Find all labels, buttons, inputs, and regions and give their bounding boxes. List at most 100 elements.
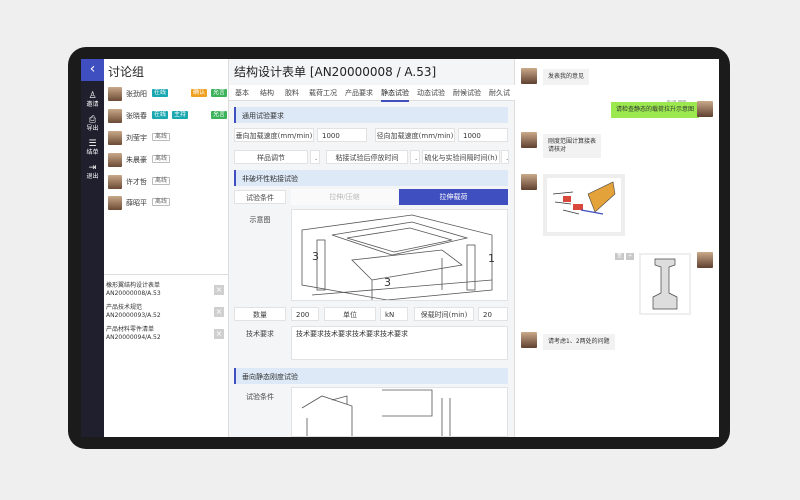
chevron-left-icon: ‹	[89, 61, 96, 77]
status-badge: 离线	[152, 177, 171, 185]
rail-export[interactable]: ⎙ 导出	[81, 115, 104, 133]
doc-title: 橡形翼结构设计表单	[106, 282, 161, 289]
field-label: 保载时间(min)	[414, 307, 474, 321]
callout-label: 3	[384, 276, 391, 289]
field-label: 试验条件	[234, 190, 286, 204]
avatar	[697, 101, 713, 117]
form-tabs: 基本 结构 胶料 载荷工况 产品要求 静态试验 动态试验 耐候试验 耐久试	[229, 85, 515, 102]
speak-badge: 允言	[211, 111, 228, 119]
option-tension-compression[interactable]: 拉伸/压缩	[291, 189, 398, 205]
field-label: 垂向加载速度(mm/min)	[234, 128, 314, 142]
role-badge: 主持	[172, 111, 189, 119]
field-label: 径向加载速度(mm/min)	[375, 128, 455, 142]
chat-message: 发表我的意见	[543, 69, 590, 85]
option-tension-load[interactable]: 拉伸载荷	[399, 189, 508, 205]
group-title: 讨论组	[108, 65, 145, 79]
tab-static-test[interactable]: 静态试验	[381, 88, 409, 102]
close-icon[interactable]: ×	[214, 329, 224, 339]
chat-message: 请考虑1、2两处的问题	[543, 334, 615, 350]
section-title: 通用试验要求	[242, 112, 284, 120]
status-badge: 离线	[152, 198, 171, 206]
avatar	[108, 196, 122, 210]
view-button[interactable]: 查	[615, 253, 625, 260]
exploded-view-drawing	[547, 178, 621, 232]
app-rail: ‹ ♙ 邀请 ⎙ 导出 ☰ 结单 ⇥ 退出	[81, 59, 104, 437]
tab-weather-test[interactable]: 耐候试验	[453, 88, 481, 98]
section-header: 垂向静态刚度试验	[234, 368, 508, 384]
rad-speed-input[interactable]: 1000	[458, 128, 508, 142]
member-name: 张晓春	[126, 112, 147, 120]
tab-load-case[interactable]: 载荷工况	[309, 88, 337, 98]
avatar	[521, 68, 537, 84]
diagram-image[interactable]: 3 1 3	[291, 209, 508, 301]
chat-panel: 发表我的意见 查 + 请检查静态的载荷拉升示意图 刚度范围计算接表 请核对 查 …	[515, 59, 719, 437]
member-item[interactable]: 薛昭平 离线	[108, 196, 228, 212]
speak-badge: 允言	[211, 89, 228, 97]
rail-label: 退出	[86, 173, 99, 180]
add-button[interactable]: +	[626, 253, 635, 260]
avatar	[108, 87, 122, 101]
member-item[interactable]: 刘莹宇 离线	[108, 131, 228, 147]
tab-dynamic-test[interactable]: 动态试验	[417, 88, 445, 98]
tech-requirements-textarea[interactable]: 技术要求技术要求技术要求技术要求	[291, 326, 508, 360]
callout-label: 1	[488, 252, 495, 265]
status-badge: 在线	[152, 111, 169, 119]
doc-item[interactable]: 产品材料零件清单 AN20000094/A.52 ×	[106, 326, 228, 354]
doc-title: 产品材料零件清单	[106, 326, 155, 333]
member-name: 朱晨豪	[126, 156, 147, 164]
close-icon[interactable]: ×	[214, 285, 224, 295]
close-icon[interactable]: ×	[214, 307, 224, 317]
callout-label: 3	[312, 250, 319, 263]
member-item[interactable]: 许才哲 离线	[108, 175, 228, 191]
test-rig-drawing	[301, 214, 493, 300]
member-name: 许才哲	[126, 178, 147, 186]
tab-durability-test[interactable]: 耐久试	[489, 88, 510, 98]
member-name: 刘莹宇	[126, 134, 147, 142]
rail-logout[interactable]: ⇥ 退出	[81, 163, 104, 181]
unit-input[interactable]: kN	[380, 307, 408, 321]
member-item[interactable]: 张晓春 在线 主持 允言	[108, 109, 228, 125]
person-icon: ♙	[88, 91, 97, 101]
status-badge: 离线	[152, 133, 171, 141]
rail-label: 结单	[86, 149, 99, 156]
tab-rubber[interactable]: 胶料	[285, 88, 299, 98]
avatar	[521, 132, 537, 148]
section-title: 垂向静态刚度试验	[242, 373, 298, 381]
member-item[interactable]: 朱晨豪 离线	[108, 153, 228, 169]
bond-input[interactable]: .	[410, 150, 420, 164]
doc-code: AN20000093/A.52	[106, 312, 161, 319]
tab-structure[interactable]: 结构	[260, 88, 274, 98]
tab-basic[interactable]: 基本	[235, 88, 249, 98]
back-button[interactable]: ‹	[81, 59, 104, 81]
doc-code: AN20000094/A.52	[106, 334, 161, 341]
chat-image[interactable]	[543, 174, 625, 236]
hold-time-input[interactable]: 20	[478, 307, 508, 321]
field-label: 示意图	[249, 216, 271, 224]
diagram-image[interactable]	[291, 387, 508, 437]
vert-speed-input[interactable]: 1000	[317, 128, 367, 142]
chat-image[interactable]	[639, 253, 691, 315]
avatar	[108, 109, 122, 123]
tab-product-req[interactable]: 产品要求	[345, 88, 373, 98]
avatar	[108, 175, 122, 189]
sample-input[interactable]: .	[310, 150, 320, 164]
chat-message: 刚度范围计算接表 请核对	[543, 134, 602, 158]
quantity-input[interactable]: 200	[291, 307, 319, 321]
avatar	[697, 252, 713, 268]
cure-input[interactable]: .	[501, 150, 509, 164]
doc-code: AN20000008/A.53	[106, 290, 161, 297]
field-label: 技术要求	[246, 330, 274, 338]
role-badge: 确认	[191, 89, 208, 97]
stiffness-rig-drawing	[301, 389, 451, 436]
field-label: 粘接试验后停放时间	[326, 150, 408, 164]
member-item[interactable]: 张劲阳 在线 确认 允言	[108, 87, 228, 103]
chat-message: 请检查静态的载荷拉升示意图	[611, 102, 700, 118]
logout-icon: ⇥	[88, 163, 97, 173]
field-label: 试验条件	[246, 393, 274, 401]
export-icon: ⎙	[88, 115, 97, 125]
member-name: 张劲阳	[126, 90, 147, 98]
rail-invite[interactable]: ♙ 邀请	[81, 91, 104, 109]
status-badge: 离线	[152, 155, 171, 163]
section-header: 非破坏性粘接试验	[234, 170, 508, 186]
rail-conclude[interactable]: ☰ 结单	[81, 139, 104, 157]
